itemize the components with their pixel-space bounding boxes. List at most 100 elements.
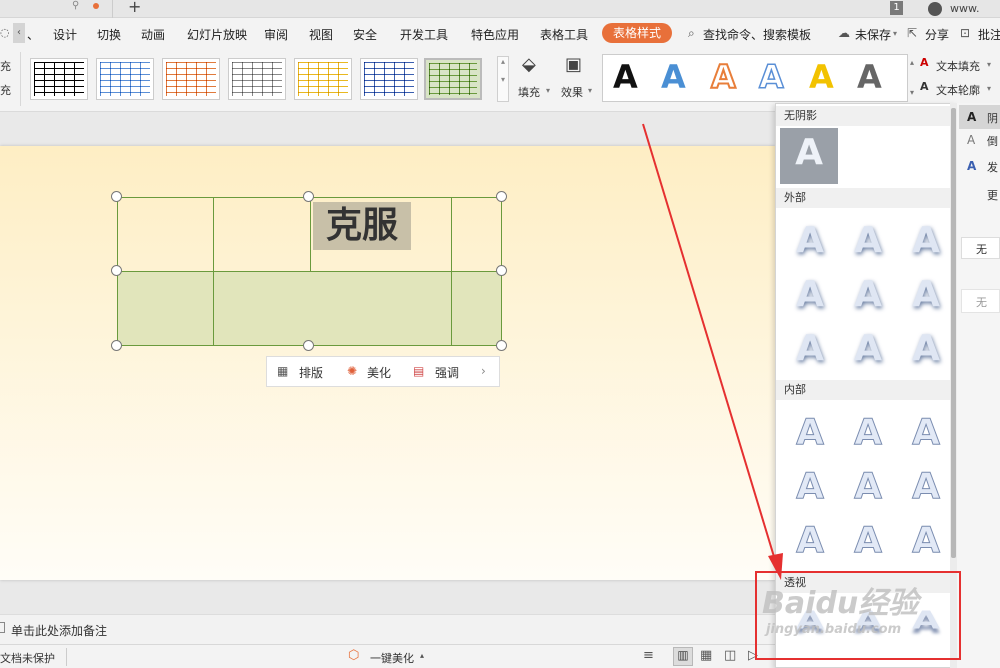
inner-shadow-2[interactable]: A	[846, 410, 890, 456]
menu-slideshow[interactable]: 幻灯片放映	[187, 26, 247, 43]
text-outline-button[interactable]: 文本轮廓	[936, 82, 980, 98]
table-style-2[interactable]	[96, 58, 154, 100]
reading-view-icon[interactable]: ◫	[724, 648, 736, 663]
text-fill-chevron-icon[interactable]: ▾	[987, 60, 991, 69]
inner-shadow-8[interactable]: A	[846, 518, 890, 564]
pin-icon[interactable]: ⚲	[72, 0, 79, 11]
table-row-shaded[interactable]	[118, 271, 501, 345]
text-style-blue-outline[interactable]: A	[758, 57, 784, 97]
resize-handle[interactable]	[303, 191, 314, 202]
outer-shadow-6[interactable]: A	[904, 272, 948, 318]
undo-icon[interactable]: ◌	[0, 26, 10, 39]
layout-button[interactable]: 排版	[299, 364, 323, 381]
text-style-orange-outline[interactable]: A	[710, 57, 737, 97]
normal-view-icon[interactable]: ▥	[673, 647, 693, 666]
cloud-icon[interactable]: ☁	[838, 26, 850, 40]
fill-label-2[interactable]: 充	[0, 82, 11, 98]
search-icon[interactable]: ⌕	[688, 26, 695, 41]
submenu-item-shadow[interactable]: A 阴	[959, 105, 1000, 129]
beautify-cube-icon[interactable]: ⬡	[348, 648, 359, 663]
emphasize-icon[interactable]: ▤	[413, 364, 424, 378]
notification-badge[interactable]: 1	[890, 1, 903, 15]
resize-handle[interactable]	[111, 191, 122, 202]
outer-shadow-4[interactable]: A	[788, 272, 832, 318]
chevron-right-icon[interactable]: ›	[481, 364, 486, 378]
share-button[interactable]: 分享	[925, 26, 949, 43]
slide-sorter-icon[interactable]: ▦	[700, 648, 712, 663]
resize-handle[interactable]	[496, 191, 507, 202]
resize-handle[interactable]	[303, 340, 314, 351]
text-style-more-icon[interactable]: ▾	[910, 88, 914, 97]
selected-cell-text[interactable]: 克服	[313, 202, 411, 250]
chevron-up-icon[interactable]: ▴	[420, 651, 424, 660]
submenu-label-glow[interactable]: 发	[987, 159, 998, 175]
protection-status[interactable]: 文档未保护	[0, 650, 55, 666]
user-name[interactable]: www.	[950, 2, 979, 15]
one-click-beautify[interactable]: 一键美化	[370, 650, 414, 666]
table-object[interactable]	[117, 197, 502, 346]
text-fill-button[interactable]: 文本填充	[936, 58, 980, 74]
menu-animation[interactable]: 动画	[141, 26, 165, 43]
menu-table-tools[interactable]: 表格工具	[540, 26, 588, 43]
effect-chevron-icon[interactable]: ▾	[588, 86, 592, 95]
text-outline-icon[interactable]: A	[920, 80, 929, 93]
resize-handle[interactable]	[111, 265, 122, 276]
outer-shadow-9[interactable]: A	[904, 326, 948, 372]
table-style-4[interactable]	[228, 58, 286, 100]
submenu-label-reflection[interactable]: 倒	[987, 133, 998, 149]
fill-label-1[interactable]: 充	[0, 58, 11, 74]
beautify-button[interactable]: 美化	[367, 364, 391, 381]
effect-icon[interactable]: ▣	[565, 54, 582, 75]
outer-shadow-1[interactable]: A	[788, 218, 832, 264]
text-style-yellow[interactable]: A	[809, 57, 834, 97]
table-style-7-selected[interactable]	[424, 58, 482, 100]
fill-chevron-icon[interactable]: ▾	[546, 86, 550, 95]
new-tab-button[interactable]: +	[128, 0, 141, 16]
inner-shadow-7[interactable]: A	[788, 518, 832, 564]
text-fill-icon[interactable]: A	[920, 56, 929, 69]
inner-shadow-5[interactable]: A	[846, 464, 890, 510]
inner-shadow-9[interactable]: A	[904, 518, 948, 564]
menu-transition[interactable]: 切换	[97, 26, 121, 43]
menu-design[interactable]: 设计	[53, 26, 77, 43]
tab-table-style[interactable]: 表格样式	[602, 23, 672, 43]
inner-shadow-3[interactable]: A	[904, 410, 948, 456]
comment-button[interactable]: 批注	[978, 26, 1000, 43]
share-icon[interactable]: ⇱	[907, 26, 917, 40]
submenu-label-more[interactable]: 更	[987, 187, 998, 203]
scroll-left-icon[interactable]: ‹	[13, 23, 25, 43]
notes-toggle-icon[interactable]: ≡	[643, 648, 654, 663]
comment-icon[interactable]: ⊡	[960, 26, 970, 40]
menu-security[interactable]: 安全	[353, 26, 377, 43]
text-outline-chevron-icon[interactable]: ▾	[987, 84, 991, 93]
inner-shadow-1[interactable]: A	[788, 410, 832, 456]
emphasize-button[interactable]: 强调	[435, 364, 459, 381]
table-style-6[interactable]	[360, 58, 418, 100]
inner-shadow-6[interactable]: A	[904, 464, 948, 510]
table-style-3[interactable]	[162, 58, 220, 100]
command-search[interactable]: 查找命令、搜索模板	[703, 26, 811, 43]
none-field-2[interactable]: 无	[961, 289, 1000, 313]
resize-handle[interactable]	[496, 340, 507, 351]
paint-bucket-icon[interactable]: ⬙	[522, 54, 536, 75]
beautify-icon[interactable]: ✺	[347, 364, 357, 378]
text-style-black[interactable]: A	[613, 57, 638, 97]
menu-special[interactable]: 特色应用	[471, 26, 519, 43]
menu-view[interactable]: 视图	[309, 26, 333, 43]
outer-shadow-7[interactable]: A	[788, 326, 832, 372]
inner-shadow-4[interactable]: A	[788, 464, 832, 510]
no-shadow-option[interactable]: A	[780, 128, 838, 184]
outer-shadow-5[interactable]: A	[846, 272, 890, 318]
outer-shadow-3[interactable]: A	[904, 218, 948, 264]
outer-shadow-2[interactable]: A	[846, 218, 890, 264]
text-style-blue[interactable]: A	[661, 57, 686, 97]
none-field-1[interactable]: 无	[961, 237, 1000, 259]
chevron-down-icon[interactable]: ▾	[893, 29, 897, 38]
table-style-5[interactable]	[294, 58, 352, 100]
dropdown-scroll-thumb[interactable]	[951, 108, 956, 558]
resize-handle[interactable]	[496, 265, 507, 276]
fill-button[interactable]: 填充	[518, 84, 540, 100]
gallery-more-icon[interactable]: ▴ ▾	[497, 56, 509, 102]
outer-shadow-8[interactable]: A	[846, 326, 890, 372]
table-style-1[interactable]	[30, 58, 88, 100]
